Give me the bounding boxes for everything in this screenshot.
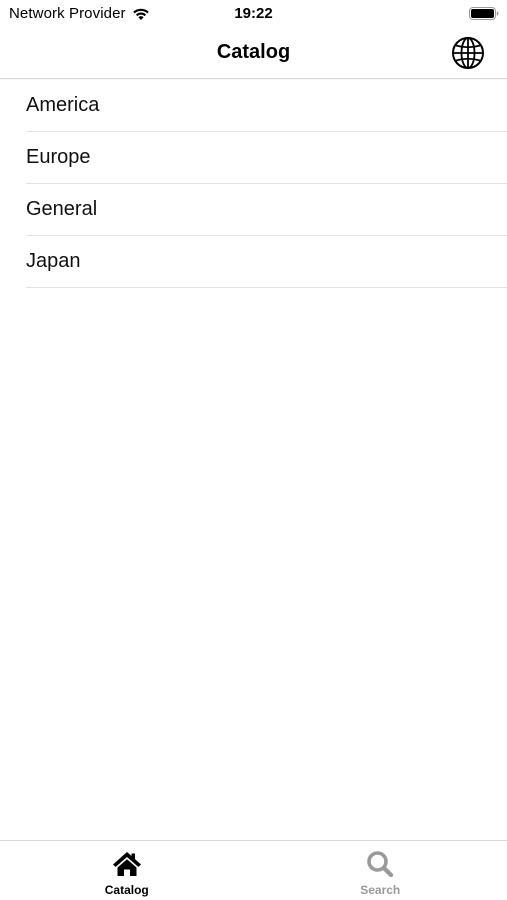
tab-search[interactable]: Search <box>254 841 507 900</box>
catalog-list: America Europe General Japan <box>0 80 507 288</box>
page-title: Catalog <box>216 41 291 63</box>
list-item-label: Japan <box>26 250 81 272</box>
home-icon <box>112 852 141 876</box>
navigation-bar: Catalog <box>0 28 507 79</box>
list-item-general[interactable]: General <box>26 184 507 236</box>
language-globe-button[interactable] <box>451 36 485 70</box>
tab-bar: Catalog Search <box>0 840 507 900</box>
list-item-label: General <box>26 198 98 220</box>
tab-label: Search <box>360 883 401 897</box>
app-screen: Network Provider 19:22 Catalog America E… <box>0 0 507 900</box>
tab-label: Catalog <box>104 883 149 897</box>
globe-icon <box>452 37 484 69</box>
tab-catalog[interactable]: Catalog <box>0 841 254 900</box>
battery-full-icon <box>469 7 499 20</box>
list-item-america[interactable]: America <box>26 80 507 132</box>
list-item-label: Europe <box>26 146 91 168</box>
list-item-label: America <box>26 94 100 116</box>
status-time: 19:22 <box>234 5 273 22</box>
list-item-europe[interactable]: Europe <box>26 132 507 184</box>
list-item-japan[interactable]: Japan <box>26 236 507 288</box>
status-bar: Network Provider 19:22 <box>0 0 507 28</box>
search-icon <box>367 851 394 878</box>
